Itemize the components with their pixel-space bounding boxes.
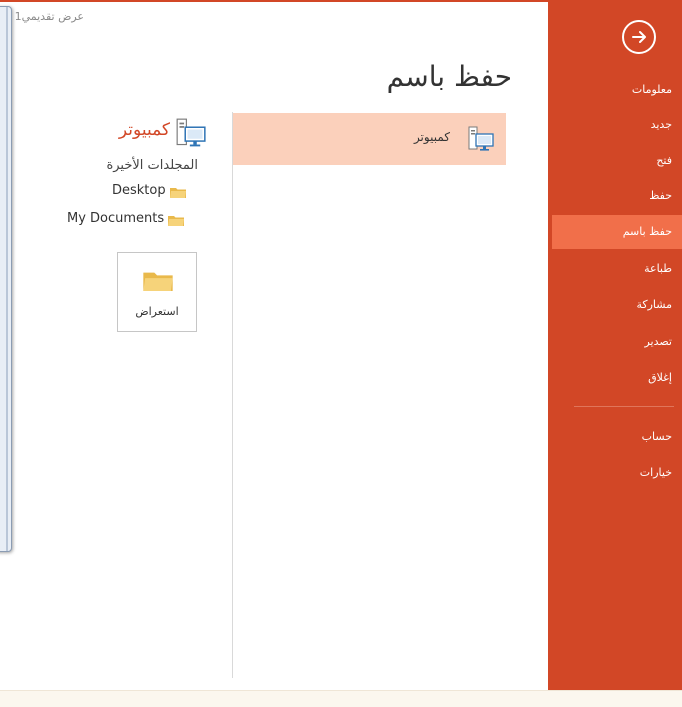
folder-link-label: My Documents xyxy=(67,211,165,226)
recent-folders-heading: المجلدات الأخيرة xyxy=(106,158,198,173)
nav-item-save[interactable]: حفظ xyxy=(552,179,682,213)
back-arrow-icon xyxy=(632,31,646,43)
place-computer-label: كمبيوتر xyxy=(413,130,450,144)
nav-item-open[interactable]: فتح xyxy=(552,144,682,178)
nav-item-export[interactable]: تصدير xyxy=(552,325,682,359)
computer-icon xyxy=(468,126,494,156)
sidebar-divider xyxy=(574,406,674,407)
place-computer[interactable]: كمبيوتر xyxy=(233,113,506,165)
backstage-sidebar: معلومات جديد فتح حفظ حفظ باسم طباعة مشار… xyxy=(548,2,682,690)
browse-button[interactable]: استعراض xyxy=(117,252,197,332)
nav-item-save-as[interactable]: حفظ باسم xyxy=(552,215,682,249)
nav-item-account[interactable]: حساب xyxy=(552,420,682,454)
page-title: حفظ باسم xyxy=(386,60,512,93)
detail-header: كمبيوتر xyxy=(96,116,206,147)
folder-link-label: Desktop xyxy=(112,183,166,198)
folder-icon xyxy=(168,213,185,226)
browse-label: استعراض xyxy=(135,305,179,318)
places-divider xyxy=(232,112,233,678)
back-button[interactable] xyxy=(622,20,656,54)
folder-link-my-documents[interactable]: My Documents xyxy=(67,209,185,229)
nav-item-print[interactable]: طباعة xyxy=(552,252,682,286)
folder-icon xyxy=(169,185,186,198)
nav-item-info[interactable]: معلومات xyxy=(552,73,682,107)
detail-title: كمبيوتر xyxy=(118,120,170,140)
folder-link-desktop[interactable]: Desktop xyxy=(112,181,186,201)
nav-item-options[interactable]: خيارات xyxy=(552,456,682,490)
window-title: عرض تقديمي1 xyxy=(14,10,84,23)
nav-item-close[interactable]: إغلاق xyxy=(552,361,682,395)
nav-item-share[interactable]: مشاركة xyxy=(552,288,682,322)
computer-icon xyxy=(176,118,206,152)
nav-item-new[interactable]: جديد xyxy=(552,108,682,142)
folder-icon xyxy=(143,269,173,295)
background-window-edge xyxy=(0,6,12,552)
status-strip xyxy=(0,690,682,707)
